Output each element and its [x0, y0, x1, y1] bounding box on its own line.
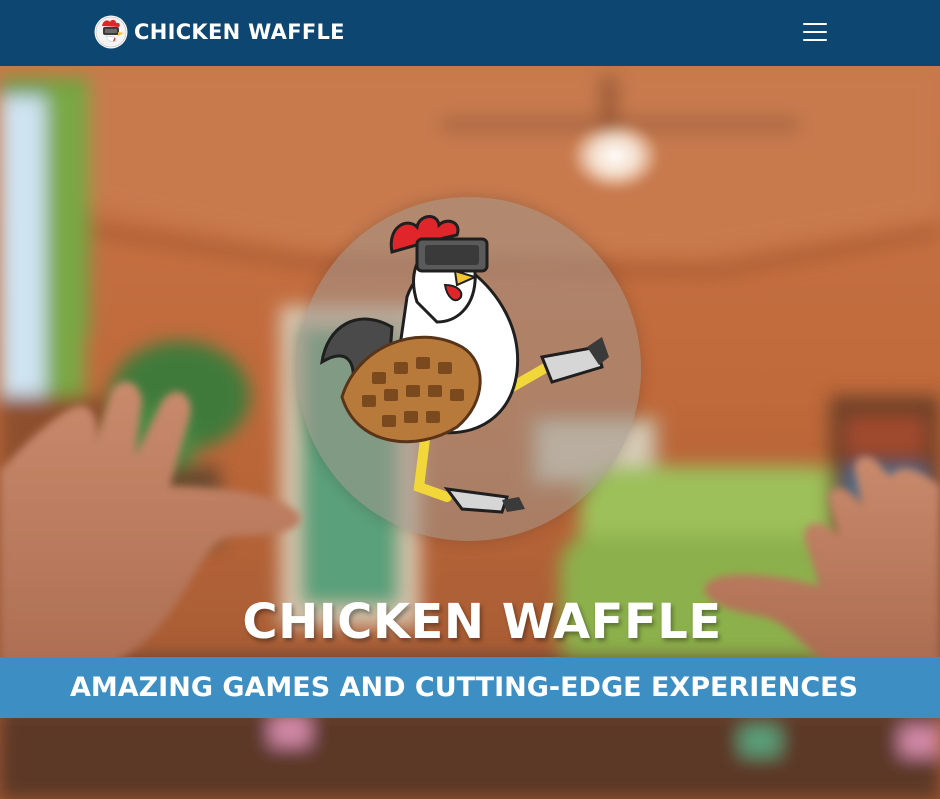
tagline-banner: AMAZING GAMES AND CUTTING-EDGE EXPERIENC… — [0, 657, 940, 718]
brand-link[interactable]: CHICKEN WAFFLE — [94, 14, 345, 50]
hamburger-menu-button[interactable] — [794, 15, 836, 49]
chicken-waffle-vr-mascot-icon — [320, 215, 609, 514]
hero-title: CHICKEN WAFFLE — [242, 594, 722, 651]
hero-section: CHICKEN WAFFLE AMAZING GAMES AND CUTTING… — [0, 66, 940, 799]
hamburger-menu-icon — [803, 23, 827, 25]
page: CHICKEN WAFFLE CHICKEN WAFFLE AMAZING GA… — [0, 0, 940, 799]
chicken-vr-logo-icon — [94, 15, 128, 49]
brand-name: CHICKEN WAFFLE — [134, 20, 345, 44]
hero-tagline: AMAZING GAMES AND CUTTING-EDGE EXPERIENC… — [69, 672, 859, 703]
top-navbar: CHICKEN WAFFLE — [0, 0, 940, 66]
